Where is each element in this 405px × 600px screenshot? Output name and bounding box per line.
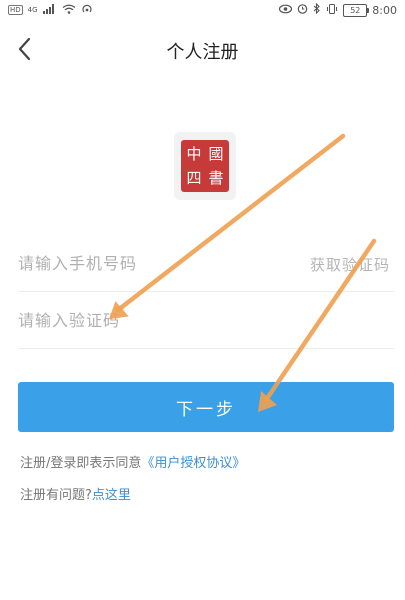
phone-row: 获取验证码 xyxy=(18,235,394,292)
seal-char: 國 xyxy=(206,143,226,165)
vibrate-icon xyxy=(326,3,338,17)
signal-icon xyxy=(42,3,57,17)
next-step-button[interactable]: 下一步 xyxy=(18,382,394,432)
eye-icon xyxy=(279,4,293,17)
app-logo: 中 國 四 書 xyxy=(174,132,236,200)
phone-input[interactable] xyxy=(18,235,268,291)
status-right: 52 8:00 xyxy=(279,2,397,17)
alarm-icon xyxy=(297,3,308,17)
bluetooth-icon xyxy=(313,2,321,17)
help-link[interactable]: 点这里 xyxy=(92,488,131,503)
wifi-icon xyxy=(62,4,76,17)
user-agreement-link[interactable]: 《用户授权协议》 xyxy=(141,456,245,471)
status-left: HD 4G xyxy=(8,3,93,17)
help-prefix: 注册有问题? xyxy=(20,488,92,503)
network-type: 4G xyxy=(27,6,38,14)
seal-char: 中 xyxy=(184,143,204,165)
help-text: 注册有问题?点这里 xyxy=(20,484,131,503)
status-bar: HD 4G 52 8:00 xyxy=(0,0,405,20)
agreement-prefix: 注册/登录即表示同意 xyxy=(20,456,142,471)
hd-badge: HD xyxy=(8,5,23,15)
seal-char: 四 xyxy=(184,167,204,189)
code-row xyxy=(18,292,394,349)
agreement-text: 注册/登录即表示同意《用户授权协议》 xyxy=(20,452,245,471)
clock-time: 8:00 xyxy=(372,3,397,17)
get-code-button[interactable]: 获取验证码 xyxy=(310,254,390,275)
seal-char: 書 xyxy=(206,167,226,189)
seal-logo-icon: 中 國 四 書 xyxy=(181,140,229,192)
page-title: 个人注册 xyxy=(166,42,239,63)
hotspot-icon xyxy=(81,4,93,17)
verification-code-input[interactable] xyxy=(18,292,268,348)
battery-icon: 52 xyxy=(343,3,370,17)
app-header: 个人注册 xyxy=(0,20,405,78)
